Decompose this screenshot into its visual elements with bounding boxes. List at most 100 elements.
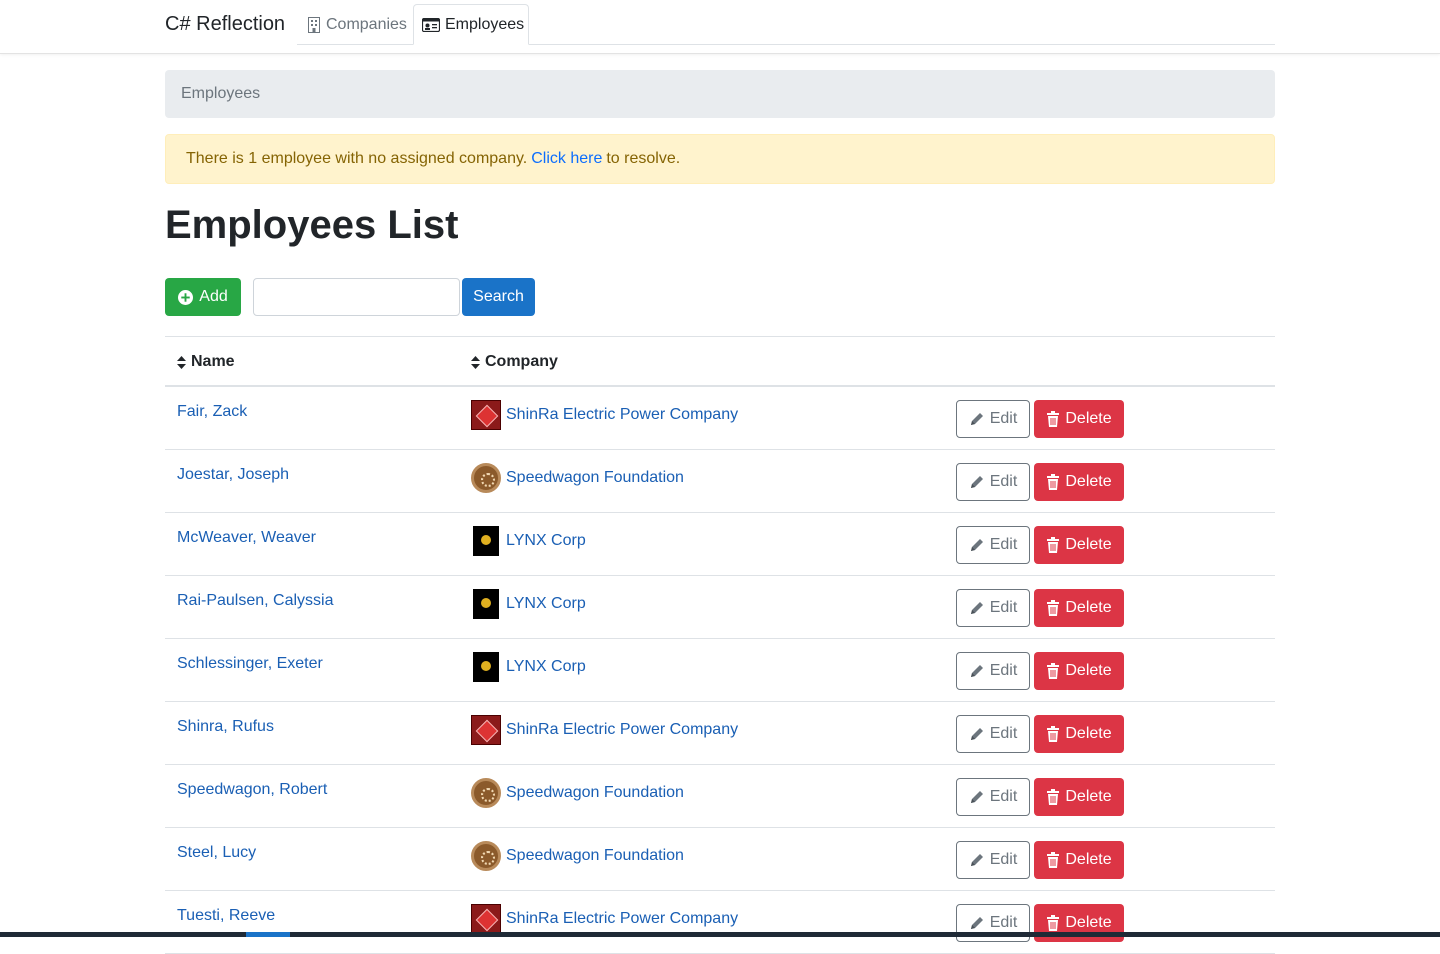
employee-name-link[interactable]: Speedwagon, Robert: [177, 781, 327, 799]
company-link[interactable]: LYNX Corp: [471, 589, 586, 619]
trash-icon: [1046, 726, 1060, 742]
shinra-logo-icon: [471, 904, 501, 934]
delete-button-label: Delete: [1065, 914, 1112, 931]
edit-button-label: Edit: [989, 410, 1018, 427]
table-row: Rai-Paulsen, Calyssia LYNX Corp Edit Delete: [165, 576, 1275, 639]
edit-button-label: Edit: [989, 599, 1018, 616]
company-link[interactable]: ShinRa Electric Power Company: [471, 904, 738, 934]
company-link[interactable]: ShinRa Electric Power Company: [471, 715, 738, 745]
delete-button[interactable]: Delete: [1034, 589, 1124, 627]
delete-button-label: Delete: [1065, 536, 1112, 553]
company-link[interactable]: LYNX Corp: [471, 526, 586, 556]
tab-employees[interactable]: Employees: [413, 4, 529, 45]
company-link[interactable]: Speedwagon Foundation: [471, 841, 684, 871]
employee-name-link[interactable]: Shinra, Rufus: [177, 718, 274, 736]
sort-icon: [471, 355, 480, 369]
pencil-icon: [969, 600, 985, 616]
employee-name-link[interactable]: Fair, Zack: [177, 403, 247, 421]
edit-button[interactable]: Edit: [956, 400, 1030, 438]
company-link[interactable]: ShinRa Electric Power Company: [471, 400, 738, 430]
shinra-logo-icon: [471, 400, 501, 430]
employee-name-link[interactable]: Joestar, Joseph: [177, 466, 289, 484]
lynx-logo-icon: [473, 652, 499, 682]
table-header: Name Company: [165, 337, 1275, 387]
table-row: McWeaver, Weaver LYNX Corp Edit Delete: [165, 513, 1275, 576]
edit-button-label: Edit: [989, 788, 1018, 805]
delete-button[interactable]: Delete: [1034, 652, 1124, 690]
trash-icon: [1046, 474, 1060, 490]
taskbar-strip: [0, 932, 1440, 937]
trash-icon: [1046, 852, 1060, 868]
delete-button[interactable]: Delete: [1034, 526, 1124, 564]
delete-button-label: Delete: [1065, 410, 1112, 427]
delete-button-label: Delete: [1065, 473, 1112, 490]
pencil-icon: [969, 915, 985, 931]
delete-button-label: Delete: [1065, 725, 1112, 742]
trash-icon: [1046, 600, 1060, 616]
employee-name-link[interactable]: Rai-Paulsen, Calyssia: [177, 592, 334, 610]
search-input[interactable]: [253, 278, 460, 316]
delete-button-label: Delete: [1065, 662, 1112, 679]
plus-circle-icon: [178, 289, 194, 305]
add-button-label: Add: [199, 288, 228, 305]
speedwagon-logo-icon: [471, 778, 501, 808]
edit-button-label: Edit: [989, 662, 1018, 679]
tab-employees-label: Employees: [445, 15, 525, 33]
company-link[interactable]: Speedwagon Foundation: [471, 778, 684, 808]
unassigned-alert: There is 1 employee with no assigned com…: [165, 134, 1275, 184]
add-button[interactable]: Add: [165, 278, 241, 316]
sort-icon: [177, 355, 186, 369]
company-link[interactable]: LYNX Corp: [471, 652, 586, 682]
pencil-icon: [969, 852, 985, 868]
employee-name-link[interactable]: Tuesti, Reeve: [177, 907, 275, 925]
alert-text: There is 1 employee with no assigned com…: [186, 150, 528, 167]
edit-button[interactable]: Edit: [956, 526, 1030, 564]
employee-name-link[interactable]: Schlessinger, Exeter: [177, 655, 323, 673]
trash-icon: [1046, 663, 1060, 679]
company-name: Speedwagon Foundation: [506, 784, 684, 801]
edit-button[interactable]: Edit: [956, 652, 1030, 690]
delete-button-label: Delete: [1065, 788, 1112, 805]
delete-button[interactable]: Delete: [1034, 715, 1124, 753]
top-navbar: C# Reflection Companies Employees: [0, 0, 1440, 54]
brand-link[interactable]: C# Reflection: [165, 13, 285, 36]
search-button[interactable]: Search: [462, 278, 535, 316]
company-name: Speedwagon Foundation: [506, 469, 684, 486]
table-row: Fair, Zack ShinRa Electric Power Company E…: [165, 387, 1275, 450]
delete-button[interactable]: Delete: [1034, 778, 1124, 816]
company-name: ShinRa Electric Power Company: [506, 910, 739, 927]
edit-button-label: Edit: [989, 473, 1018, 490]
column-header-name-label: Name: [191, 353, 235, 370]
table-row: Steel, Lucy Speedwagon Foundation Edit Dele…: [165, 828, 1275, 891]
trash-icon: [1046, 915, 1060, 931]
table-row: Shinra, Rufus ShinRa Electric Power Compa…: [165, 702, 1275, 765]
edit-button[interactable]: Edit: [956, 589, 1030, 627]
company-name: ShinRa Electric Power Company: [506, 721, 739, 738]
pencil-icon: [969, 411, 985, 427]
column-header-company[interactable]: Company: [471, 353, 558, 371]
delete-button[interactable]: Delete: [1034, 400, 1124, 438]
delete-button[interactable]: Delete: [1034, 463, 1124, 501]
table-row: Speedwagon, Robert Speedwagon Foundation E…: [165, 765, 1275, 828]
employee-name-link[interactable]: McWeaver, Weaver: [177, 529, 316, 547]
employee-name-link[interactable]: Steel, Lucy: [177, 844, 256, 862]
company-link[interactable]: Speedwagon Foundation: [471, 463, 684, 493]
breadcrumb: Employees: [165, 70, 1275, 118]
taskbar-active-indicator: [246, 932, 290, 937]
company-name: Speedwagon Foundation: [506, 847, 684, 864]
pencil-icon: [969, 789, 985, 805]
delete-button[interactable]: Delete: [1034, 841, 1124, 879]
pencil-icon: [969, 663, 985, 679]
id-card-icon: [422, 17, 440, 32]
edit-button[interactable]: Edit: [956, 463, 1030, 501]
edit-button-label: Edit: [989, 914, 1018, 931]
table-row: Tuesti, Reeve ShinRa Electric Power Compa…: [165, 891, 1275, 954]
edit-button[interactable]: Edit: [956, 841, 1030, 879]
building-icon: [307, 16, 321, 33]
edit-button[interactable]: Edit: [956, 778, 1030, 816]
search-button-label: Search: [473, 288, 524, 305]
tab-companies[interactable]: Companies: [298, 4, 413, 45]
resolve-link[interactable]: Click here: [531, 150, 602, 168]
column-header-name[interactable]: Name: [177, 353, 235, 371]
edit-button[interactable]: Edit: [956, 715, 1030, 753]
